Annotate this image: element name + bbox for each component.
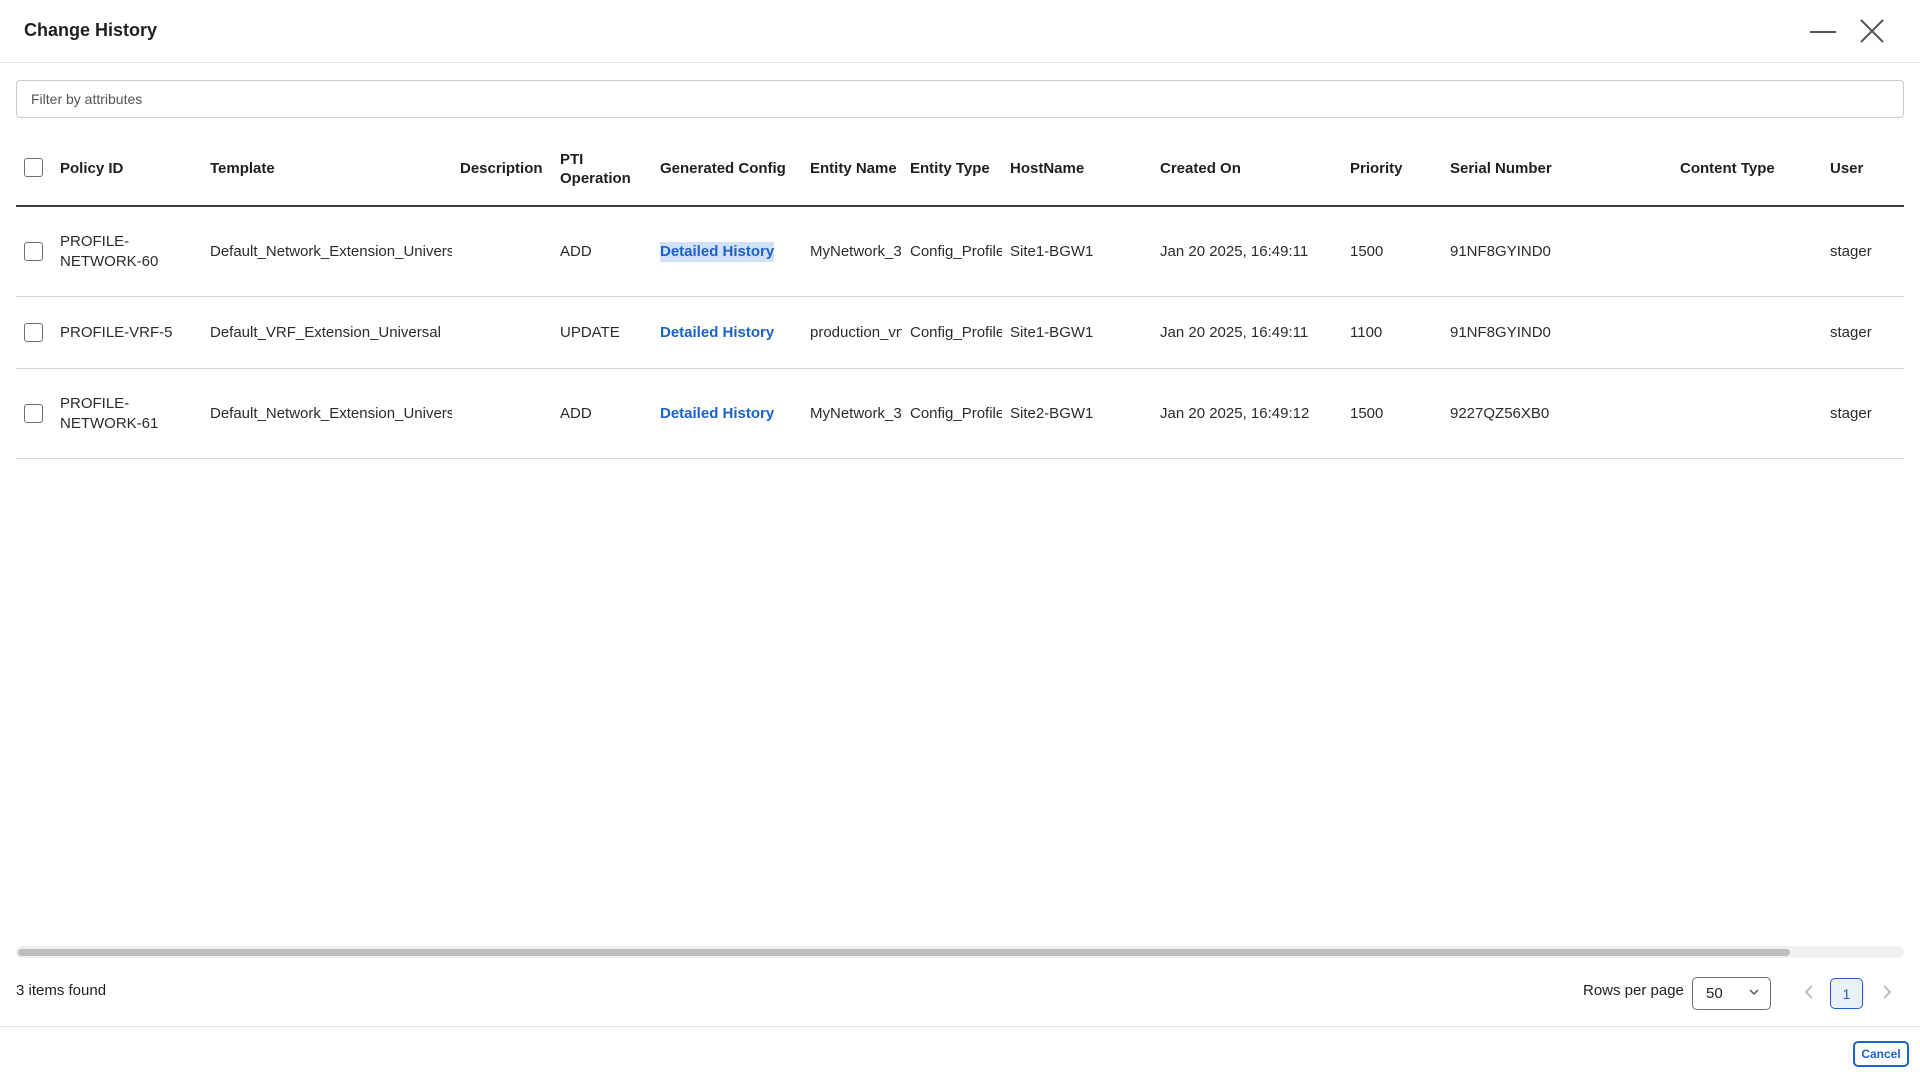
- cell-entity-name: production_vrf: [810, 323, 902, 341]
- filter-input[interactable]: [16, 80, 1904, 118]
- cell-pti-operation: ADD: [560, 404, 592, 422]
- next-page-button[interactable]: [1878, 982, 1896, 1007]
- cell-policy-id: PROFILE-NETWORK-61: [60, 394, 159, 432]
- column-header-entity-name[interactable]: Entity Name: [810, 130, 902, 207]
- column-header-generated-config[interactable]: Generated Config: [660, 130, 800, 207]
- rows-per-page-select[interactable]: 50: [1692, 977, 1771, 1010]
- chevron-left-icon: [1804, 985, 1813, 999]
- row-checkbox[interactable]: [24, 369, 43, 458]
- cell-priority: 1500: [1350, 404, 1384, 422]
- cell-serial-number: 91NF8GYIND0: [1450, 242, 1551, 260]
- cell-pti-operation: ADD: [560, 242, 592, 260]
- cell-user: stager: [1830, 323, 1872, 341]
- dialog-title: Change History: [24, 20, 158, 40]
- cell-user: stager: [1830, 404, 1872, 422]
- cell-content-type: [1680, 207, 1830, 296]
- chevron-down-icon: [1747, 985, 1761, 1003]
- cell-description: [460, 369, 560, 458]
- rows-per-page-value: 50: [1706, 985, 1723, 1002]
- close-button[interactable]: [1855, 14, 1889, 48]
- column-header-user[interactable]: User: [1830, 130, 1904, 207]
- detailed-history-link[interactable]: Detailed History: [660, 404, 774, 424]
- chevron-right-icon: [1883, 985, 1892, 999]
- column-header-content-type[interactable]: Content Type: [1680, 130, 1830, 207]
- horizontal-scrollbar[interactable]: [16, 946, 1904, 958]
- cell-content-type: [1680, 369, 1830, 458]
- cell-generated-config: Detailed History: [660, 207, 800, 296]
- column-header-serial-number[interactable]: Serial Number: [1450, 130, 1660, 207]
- column-header-hostname[interactable]: HostName: [1010, 130, 1150, 207]
- select-all-checkbox[interactable]: [24, 130, 43, 205]
- table-row: PROFILE-NETWORK-61 Default_Network_Exten…: [16, 369, 1904, 459]
- rows-per-page-label: Rows per page: [1583, 982, 1684, 999]
- column-header-priority[interactable]: Priority: [1350, 130, 1440, 207]
- cell-policy-id: PROFILE-VRF-5: [60, 323, 173, 341]
- column-header-description[interactable]: Description: [460, 130, 560, 207]
- column-header-entity-type[interactable]: Entity Type: [910, 130, 1002, 207]
- table-row: PROFILE-NETWORK-60 Default_Network_Exten…: [16, 207, 1904, 297]
- cell-template: Default_Network_Extension_Universal: [210, 242, 452, 260]
- cell-entity-type: Config_Profile: [910, 404, 1002, 422]
- column-header-created-on[interactable]: Created On: [1160, 130, 1340, 207]
- cell-entity-type: Config_Profile: [910, 323, 1002, 341]
- cell-description: [460, 297, 560, 368]
- cell-content-type: [1680, 297, 1830, 368]
- cell-description: [460, 207, 560, 296]
- table-row: PROFILE-VRF-5 Default_VRF_Extension_Univ…: [16, 297, 1904, 369]
- cell-serial-number: 9227QZ56XB0: [1450, 404, 1550, 422]
- cell-entity-name: MyNetwork_3: [810, 404, 902, 422]
- dialog-header: Change History: [0, 0, 1920, 63]
- minimize-icon: [1810, 31, 1836, 33]
- cell-hostname: Site1-BGW1: [1010, 242, 1094, 260]
- close-icon: [1860, 19, 1884, 43]
- change-history-table: Policy ID Template Description PTI Opera…: [16, 130, 1904, 459]
- cell-template: Default_VRF_Extension_Universal: [210, 323, 441, 341]
- row-checkbox[interactable]: [24, 207, 43, 296]
- cell-priority: 1500: [1350, 242, 1384, 260]
- column-header-policy-id[interactable]: Policy ID: [60, 130, 200, 207]
- cell-hostname: Site1-BGW1: [1010, 323, 1094, 341]
- cell-policy-id: PROFILE-NETWORK-60: [60, 232, 159, 270]
- cell-generated-config: Detailed History: [660, 297, 800, 368]
- cell-user: stager: [1830, 242, 1872, 260]
- scrollbar-thumb[interactable]: [18, 949, 1790, 956]
- column-header-template[interactable]: Template: [210, 130, 452, 207]
- cell-created-on: Jan 20 2025, 16:49:11: [1160, 323, 1309, 341]
- cell-pti-operation: UPDATE: [560, 323, 620, 341]
- page-1-button[interactable]: 1: [1830, 978, 1863, 1009]
- cancel-button[interactable]: Cancel: [1853, 1041, 1909, 1067]
- table-header: Policy ID Template Description PTI Opera…: [16, 130, 1904, 207]
- cell-created-on: Jan 20 2025, 16:49:11: [1160, 242, 1309, 260]
- minimize-button[interactable]: [1806, 14, 1840, 48]
- detailed-history-link[interactable]: Detailed History: [660, 241, 775, 262]
- cell-entity-type: Config_Profile: [910, 242, 1002, 260]
- row-checkbox[interactable]: [24, 297, 43, 368]
- cell-hostname: Site2-BGW1: [1010, 404, 1094, 422]
- cell-entity-name: MyNetwork_3: [810, 242, 902, 260]
- detailed-history-link[interactable]: Detailed History: [660, 323, 774, 343]
- column-header-pti-operation[interactable]: PTI Operation: [560, 130, 650, 207]
- previous-page-button[interactable]: [1800, 982, 1818, 1007]
- cell-serial-number: 91NF8GYIND0: [1450, 323, 1551, 341]
- cell-created-on: Jan 20 2025, 16:49:12: [1160, 404, 1310, 422]
- cell-priority: 1100: [1350, 323, 1383, 341]
- cell-template: Default_Network_Extension_Universal: [210, 404, 452, 422]
- items-found-count: 3 items found: [16, 982, 107, 999]
- cell-generated-config: Detailed History: [660, 369, 800, 458]
- footer-divider: [0, 1026, 1920, 1027]
